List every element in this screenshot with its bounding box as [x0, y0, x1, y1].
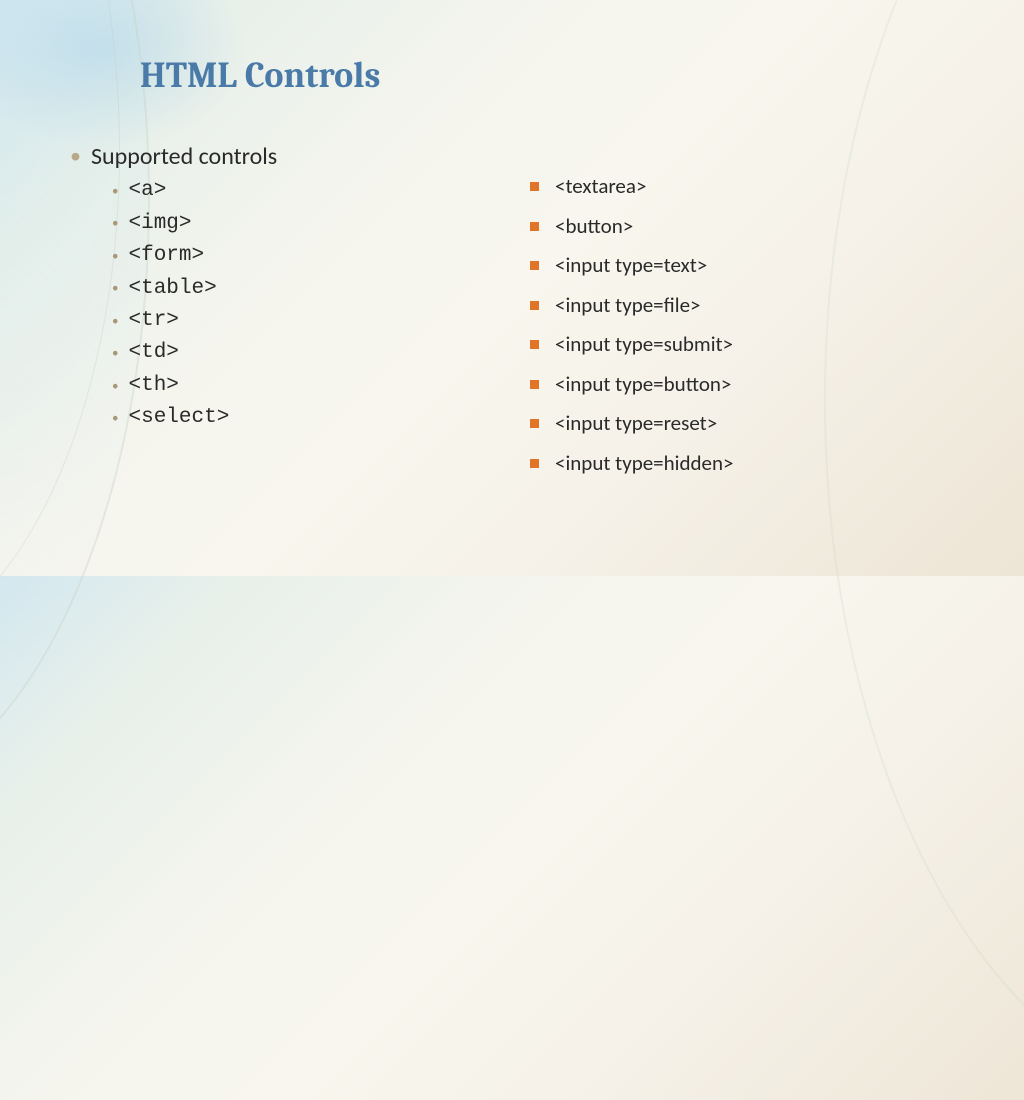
square-bullet-icon	[530, 182, 539, 191]
list-item-label: <tr>	[128, 306, 178, 336]
slide-content: HTML Controls • Supported controls • <a>…	[0, 0, 1024, 576]
bullet-icon: •	[112, 380, 118, 393]
square-bullet-icon	[530, 459, 539, 468]
list-item-label: <table>	[128, 274, 216, 304]
list-item-label: <th>	[128, 371, 178, 401]
square-bullet-icon	[530, 340, 539, 349]
list-item-label: <input type=button>	[555, 369, 731, 401]
list-item: • <form>	[112, 241, 450, 271]
slide-title: HTML Controls	[140, 55, 964, 96]
square-bullet-icon	[530, 301, 539, 310]
list-item: • <img>	[112, 209, 450, 239]
square-bullet-icon	[530, 261, 539, 270]
list-item-label: <input type=hidden>	[555, 448, 734, 480]
list-item-label: <textarea>	[555, 171, 646, 203]
list-item: • <tr>	[112, 306, 450, 336]
list-item-label: <img>	[128, 209, 191, 239]
list-item: • Supported controls	[70, 141, 450, 172]
list-item: • <select>	[112, 403, 450, 433]
bullet-icon: •	[112, 347, 118, 360]
list-item: <button>	[530, 211, 734, 243]
square-bullet-icon	[530, 419, 539, 428]
right-column: <textarea> <button> <input type=text> <i…	[530, 141, 734, 487]
sub-list: • <a> • <img> • <form> • <table> • <tr	[112, 176, 450, 434]
bullet-icon: •	[112, 315, 118, 328]
list-item: <input type=submit>	[530, 329, 734, 361]
list-item: <input type=hidden>	[530, 448, 734, 480]
bullet-icon: •	[112, 250, 118, 263]
list-item-label: <button>	[555, 211, 633, 243]
list-item-label: <input type=file>	[555, 290, 700, 322]
list-item-label: <a>	[128, 176, 166, 206]
bullet-icon: •	[112, 412, 118, 425]
bullet-icon: •	[112, 217, 118, 230]
list-item-label: <form>	[128, 241, 204, 271]
list-item-label: <select>	[128, 403, 229, 433]
square-list: <textarea> <button> <input type=text> <i…	[530, 171, 734, 479]
list-item-label: <input type=reset>	[555, 408, 717, 440]
list-item: • <a>	[112, 176, 450, 206]
square-bullet-icon	[530, 380, 539, 389]
bullet-icon: •	[70, 143, 81, 169]
list-item-label: Supported controls	[91, 141, 277, 172]
list-item-label: <input type=submit>	[555, 329, 733, 361]
list-item: <input type=text>	[530, 250, 734, 282]
list-item-label: <input type=text>	[555, 250, 707, 282]
bullet-icon: •	[112, 282, 118, 295]
left-column: • Supported controls • <a> • <img> • <fo…	[70, 141, 450, 487]
list-item: <input type=button>	[530, 369, 734, 401]
list-item: <textarea>	[530, 171, 734, 203]
slide-body: • Supported controls • <a> • <img> • <fo…	[70, 141, 964, 487]
list-item: <input type=file>	[530, 290, 734, 322]
square-bullet-icon	[530, 222, 539, 231]
bullet-icon: •	[112, 185, 118, 198]
list-item: • <th>	[112, 371, 450, 401]
list-item: • <td>	[112, 338, 450, 368]
list-item: <input type=reset>	[530, 408, 734, 440]
list-item-label: <td>	[128, 338, 178, 368]
list-item: • <table>	[112, 274, 450, 304]
